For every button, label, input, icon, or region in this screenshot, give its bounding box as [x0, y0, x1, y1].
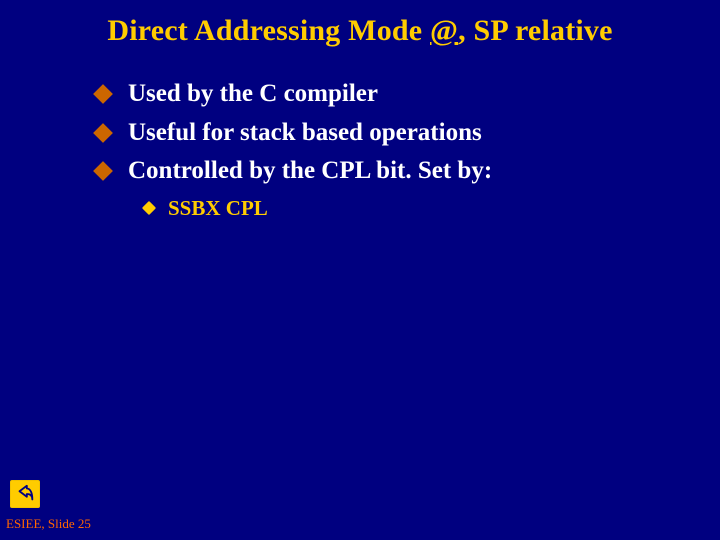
- title-prefix: Direct Addressing Mode: [107, 14, 430, 47]
- bullet-item: Useful for stack based operations: [96, 117, 656, 150]
- slide-body: Used by the C compiler Useful for stack …: [96, 78, 656, 221]
- bullet-item: Used by the C compiler: [96, 78, 656, 111]
- return-arrow-icon: [14, 483, 36, 505]
- bullet-text: Useful for stack based operations: [128, 117, 482, 150]
- slide: Direct Addressing Mode @, SP relative Us…: [0, 0, 720, 540]
- bullet-text: Used by the C compiler: [128, 78, 378, 111]
- sub-bullet-text: SSBX CPL: [168, 196, 268, 221]
- sub-bullet-item: SSBX CPL: [144, 196, 656, 221]
- slide-footer: ESIEE, Slide 25: [6, 516, 91, 532]
- bullet-item: Controlled by the CPL bit. Set by:: [96, 155, 656, 188]
- diamond-bullet-icon: [93, 161, 113, 181]
- return-button[interactable]: [10, 480, 40, 508]
- diamond-bullet-icon: [93, 84, 113, 104]
- diamond-bullet-icon: [93, 123, 113, 143]
- bullet-text: Controlled by the CPL bit. Set by:: [128, 155, 492, 188]
- slide-title: Direct Addressing Mode @, SP relative: [0, 14, 720, 48]
- title-at-symbol: @: [430, 14, 458, 47]
- title-suffix: , SP relative: [458, 14, 613, 47]
- sub-bullet-icon: [142, 200, 156, 214]
